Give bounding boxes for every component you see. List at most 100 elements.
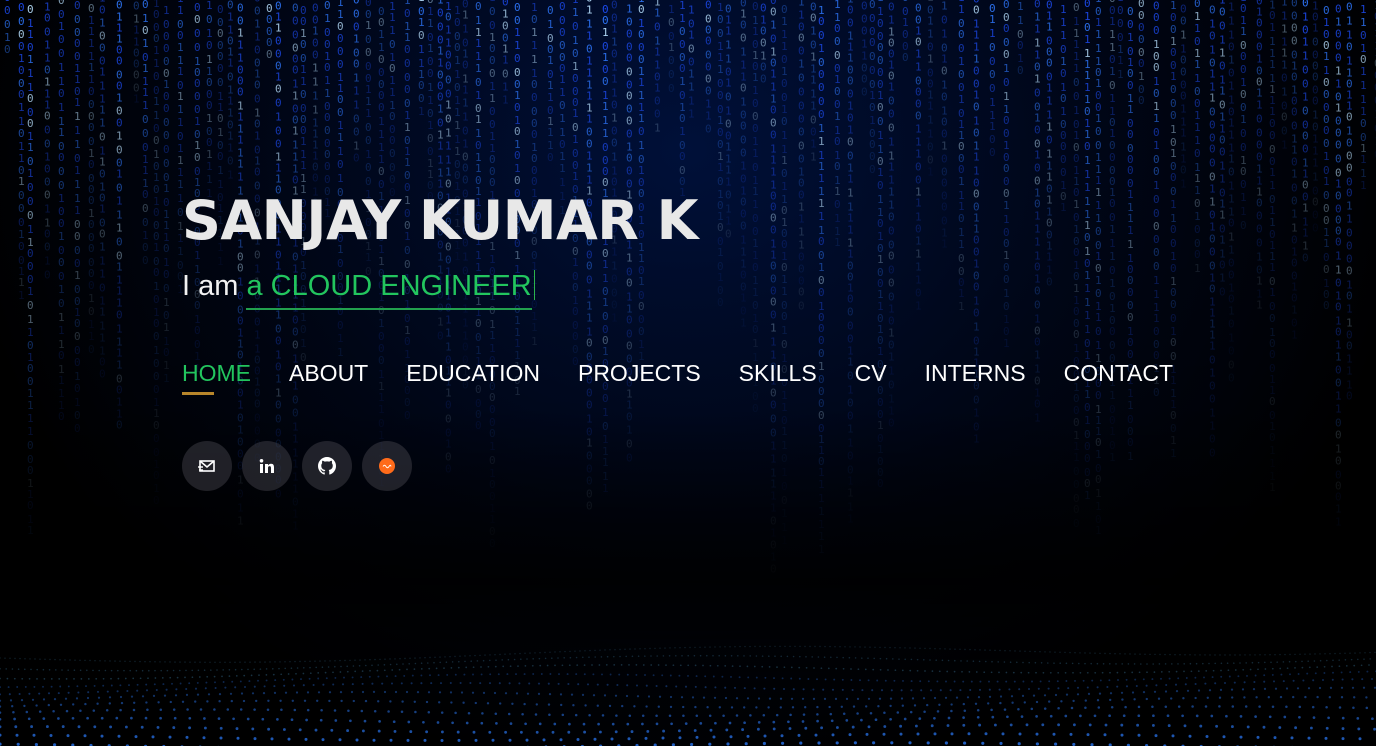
rain-digit: 0 [1228, 269, 1235, 282]
linkedin-link[interactable] [242, 441, 292, 491]
rain-digit: 1 [300, 135, 307, 148]
nav-item-skills[interactable]: SKILLS [739, 358, 817, 388]
nav-item-education[interactable]: EDUCATION [406, 358, 540, 388]
rain-digit: 0 [163, 129, 170, 142]
rain-digit: 0 [1153, 246, 1160, 259]
rain-digit: 0 [254, 43, 261, 56]
rain-digit: 0 [740, 146, 747, 159]
nav-item-home[interactable]: HOME [182, 358, 251, 395]
rain-digit: 0 [1060, 153, 1067, 166]
rain-digit: 0 [654, 107, 661, 120]
rain-digit: 0 [1346, 110, 1353, 123]
rain-digit: 1 [1095, 212, 1102, 225]
rain-digit: 0 [752, 323, 759, 336]
rain-digit: 0 [973, 65, 980, 78]
rain-digit: 0 [1073, 328, 1080, 341]
rain-digit: 1 [58, 311, 65, 324]
rain-digit: 1 [99, 331, 106, 344]
rain-digit: 1 [99, 202, 106, 215]
rain-column: 01101101101000001100001011001110 [1346, 0, 1353, 402]
rain-digit: 1 [654, 81, 661, 94]
rain-digit: 0 [292, 339, 299, 352]
rain-digit: 1 [1046, 121, 1053, 134]
rain-digit: 0 [717, 89, 724, 102]
nav-item-about[interactable]: ABOUT [289, 358, 368, 388]
rain-digit: 1 [99, 103, 106, 116]
rain-digit: 0 [475, 419, 482, 432]
rain-digit: 1 [153, 44, 160, 57]
rain-digit: 0 [973, 188, 980, 201]
rain-digit: 1 [418, 0, 425, 4]
rain-digit: 0 [989, 146, 996, 159]
rain-digit: 1 [1194, 58, 1201, 71]
rain-digit: 1 [572, 34, 579, 47]
rain-digit: 0 [475, 0, 482, 13]
rain-digit: 1 [462, 138, 469, 151]
rain-digit: 0 [941, 153, 948, 166]
rain-digit: 1 [177, 41, 184, 54]
nav-item-projects[interactable]: PROJECTS [578, 358, 701, 388]
rain-digit: 1 [810, 138, 817, 151]
rain-digit: 1 [206, 160, 213, 173]
rain-digit: 0 [365, 121, 372, 134]
rain-digit: 1 [1034, 235, 1041, 248]
rain-digit: 1 [973, 151, 980, 164]
rain-digit: 1 [74, 269, 81, 282]
rain-digit: 1 [847, 186, 854, 199]
rain-column: 0010001101000001000001101010110011001000… [1335, 0, 1342, 528]
rain-digit: 0 [300, 38, 307, 51]
nav-item-cv[interactable]: CV [855, 358, 887, 388]
rain-digit: 0 [760, 0, 767, 1]
nav-item-interns[interactable]: INTERNS [925, 358, 1026, 388]
rain-digit: 0 [781, 115, 788, 128]
rain-digit: 1 [163, 4, 170, 17]
rain-digit: 0 [217, 62, 224, 75]
rain-digit: 0 [1138, 33, 1145, 46]
rain-digit: 0 [1153, 325, 1160, 338]
rain-digit: 1 [915, 196, 922, 209]
rain-digit: 0 [99, 227, 106, 240]
rain-digit: 0 [1138, 94, 1145, 107]
email-link[interactable] [182, 441, 232, 491]
rain-digit: 1 [153, 95, 160, 108]
rain-digit: 0 [1335, 152, 1342, 165]
rain-digit: 0 [877, 41, 884, 54]
rain-column: 101001111 [688, 3, 695, 120]
rain-digit: 1 [502, 80, 509, 93]
rain-digit: 0 [989, 82, 996, 95]
rain-digit: 0 [888, 210, 895, 223]
rain-digit: 0 [1127, 5, 1134, 18]
rain-digit: 0 [58, 179, 65, 192]
rain-digit: 0 [163, 346, 170, 359]
rain-column: 0010100110000001111110000010001110001 [1127, 5, 1134, 463]
rain-digit: 0 [418, 29, 425, 42]
rain-digit: 0 [798, 112, 805, 125]
rain-digit: 0 [18, 88, 25, 101]
rain-digit: 0 [869, 36, 876, 49]
credly-link[interactable] [362, 441, 412, 491]
rain-digit: 1 [781, 154, 788, 167]
rain-digit: 0 [58, 256, 65, 269]
rain-column: 00011000 [861, 0, 868, 99]
rain-digit: 0 [163, 268, 170, 281]
rain-digit: 0 [300, 88, 307, 101]
rain-digit: 0 [74, 0, 81, 12]
rain-digit: 0 [1117, 17, 1124, 30]
rain-digit: 1 [559, 162, 566, 175]
rain-digit: 1 [27, 223, 34, 236]
rain-digit: 1 [1302, 201, 1309, 214]
rain-digit: 1 [1073, 104, 1080, 117]
rain-digit: 0 [427, 132, 434, 145]
nav-item-contact[interactable]: CONTACT [1064, 358, 1173, 388]
rain-digit: 1 [1180, 127, 1187, 140]
rain-digit: 0 [462, 125, 469, 138]
rain-digit: 1 [834, 212, 841, 225]
rain-digit: 0 [611, 48, 618, 61]
rain-digit: 0 [654, 94, 661, 107]
wave-row [0, 732, 1362, 742]
rain-digit: 1 [227, 57, 234, 70]
rain-digit: 0 [418, 79, 425, 92]
rain-digit: 0 [572, 47, 579, 60]
rain-digit: 1 [133, 92, 140, 105]
github-link[interactable] [302, 441, 352, 491]
